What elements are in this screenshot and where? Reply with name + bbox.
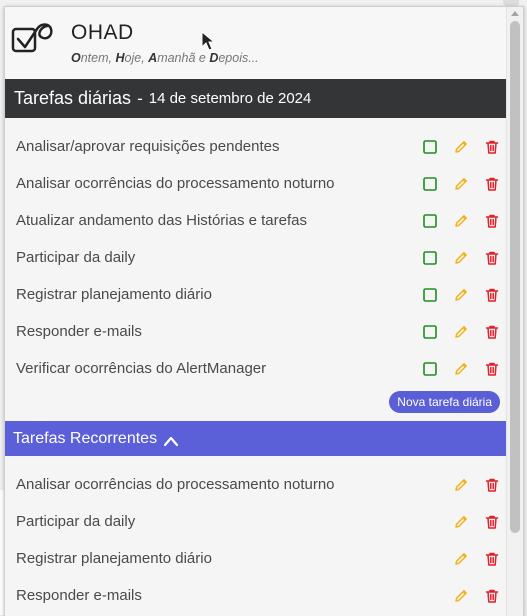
task-label: Verificar ocorrências do AlertManager xyxy=(16,360,267,377)
task-actions xyxy=(422,176,500,192)
checkbox-icon[interactable] xyxy=(422,213,438,229)
logo-check-icon xyxy=(11,23,53,53)
checkbox-icon[interactable] xyxy=(422,361,438,377)
tagline-word: ntem, xyxy=(80,51,116,65)
checkbox-icon[interactable] xyxy=(422,250,438,266)
recurring-tasks-header[interactable]: Tarefas Recorrentes xyxy=(5,421,506,456)
task-label: Analisar/aprovar requisições pendentes xyxy=(16,138,280,155)
pencil-icon[interactable] xyxy=(453,213,469,229)
task-actions xyxy=(422,287,500,303)
task-label: Analisar ocorrências do processamento no… xyxy=(16,476,335,493)
app-tagline: Ontem, Hoje, Amanhã e Depois... xyxy=(71,51,259,65)
daily-task-row: Verificar ocorrências do AlertManager xyxy=(5,350,506,387)
daily-task-row: Responder e-mails xyxy=(5,313,506,350)
mouse-cursor-icon xyxy=(201,31,215,51)
recurring-task-row: Participar da daily xyxy=(5,503,506,540)
daily-tasks-separator: - xyxy=(137,88,143,108)
trash-icon[interactable] xyxy=(484,551,500,567)
trash-icon[interactable] xyxy=(484,324,500,340)
pencil-icon[interactable] xyxy=(453,477,469,493)
task-label: Participar da daily xyxy=(16,249,136,266)
task-actions xyxy=(422,324,500,340)
tagline-word: manhã e xyxy=(157,51,210,65)
pencil-icon[interactable] xyxy=(453,287,469,303)
task-actions xyxy=(422,250,500,266)
daily-task-list: Analisar/aprovar requisições pendentes An… xyxy=(5,118,506,387)
task-label: Responder e-mails xyxy=(16,323,142,340)
checkbox-icon[interactable] xyxy=(422,176,438,192)
trash-icon[interactable] xyxy=(484,361,500,377)
recurring-task-row: Registrar planejamento diário xyxy=(5,540,506,577)
task-label: Registrar planejamento diário xyxy=(16,550,212,567)
pencil-icon[interactable] xyxy=(453,514,469,530)
tagline-initial: H xyxy=(115,51,125,65)
task-actions xyxy=(422,139,500,155)
chevron-up-icon[interactable] xyxy=(163,435,179,447)
pencil-icon[interactable] xyxy=(453,324,469,340)
daily-task-row: Registrar planejamento diário xyxy=(5,276,506,313)
daily-task-row: Analisar ocorrências do processamento no… xyxy=(5,165,506,202)
task-actions xyxy=(422,213,500,229)
task-label: Participar da daily xyxy=(16,513,136,530)
task-actions xyxy=(453,514,500,530)
daily-tasks-title: Tarefas diárias xyxy=(14,88,132,108)
task-actions xyxy=(422,361,500,377)
daily-task-row: Atualizar andamento das Histórias e tare… xyxy=(5,202,506,239)
recurring-tasks-title: Tarefas Recorrentes xyxy=(13,429,158,447)
pencil-icon[interactable] xyxy=(453,139,469,155)
pencil-icon[interactable] xyxy=(453,588,469,604)
daily-task-row: Analisar/aprovar requisições pendentes xyxy=(5,128,506,165)
trash-icon[interactable] xyxy=(484,588,500,604)
extension-popup: OHAD Ontem, Hoje, Amanhã e Depois... Tar… xyxy=(4,6,524,616)
daily-tasks-date: 14 de setembro de 2024 xyxy=(148,90,312,107)
tagline-word: epois... xyxy=(218,51,259,65)
popup-content: OHAD Ontem, Hoje, Amanhã e Depois... Tar… xyxy=(5,7,506,614)
pencil-icon[interactable] xyxy=(453,361,469,377)
app-header: OHAD Ontem, Hoje, Amanhã e Depois... xyxy=(5,7,506,79)
pencil-icon[interactable] xyxy=(453,250,469,266)
trash-icon[interactable] xyxy=(484,176,500,192)
checkbox-icon[interactable] xyxy=(422,139,438,155)
trash-icon[interactable] xyxy=(484,477,500,493)
task-label: Analisar ocorrências do processamento no… xyxy=(16,175,335,192)
tagline-initial: D xyxy=(209,51,219,65)
checkbox-icon[interactable] xyxy=(422,324,438,340)
scroll-up-arrow-icon[interactable] xyxy=(511,11,519,16)
recurring-task-list: Analisar ocorrências do processamento no… xyxy=(5,456,506,614)
tagline-initial: O xyxy=(71,51,81,65)
pencil-icon[interactable] xyxy=(453,176,469,192)
trash-icon[interactable] xyxy=(484,287,500,303)
recurring-task-row: Analisar ocorrências do processamento no… xyxy=(5,466,506,503)
scrollbar-thumb[interactable] xyxy=(510,21,520,533)
tagline-initial: A xyxy=(148,51,158,65)
task-actions xyxy=(453,588,500,604)
daily-task-row: Participar da daily xyxy=(5,239,506,276)
task-actions xyxy=(453,551,500,567)
app-title: OHAD xyxy=(71,21,134,44)
task-label: Registrar planejamento diário xyxy=(16,286,212,303)
daily-tasks-header: Tarefas diárias - 14 de setembro de 2024 xyxy=(5,79,506,118)
new-task-bar: Nova tarefa diária xyxy=(5,387,506,421)
tagline-word: oje, xyxy=(124,51,149,65)
trash-icon[interactable] xyxy=(484,139,500,155)
trash-icon[interactable] xyxy=(484,514,500,530)
pencil-icon[interactable] xyxy=(453,551,469,567)
trash-icon[interactable] xyxy=(484,213,500,229)
checkbox-icon[interactable] xyxy=(422,287,438,303)
trash-icon[interactable] xyxy=(484,250,500,266)
task-label: Responder e-mails xyxy=(16,587,142,604)
task-actions xyxy=(453,477,500,493)
scrollbar[interactable] xyxy=(506,7,523,616)
recurring-task-row: Responder e-mails xyxy=(5,577,506,614)
task-label: Atualizar andamento das Histórias e tare… xyxy=(16,212,307,229)
new-daily-task-button[interactable]: Nova tarefa diária xyxy=(389,391,500,413)
